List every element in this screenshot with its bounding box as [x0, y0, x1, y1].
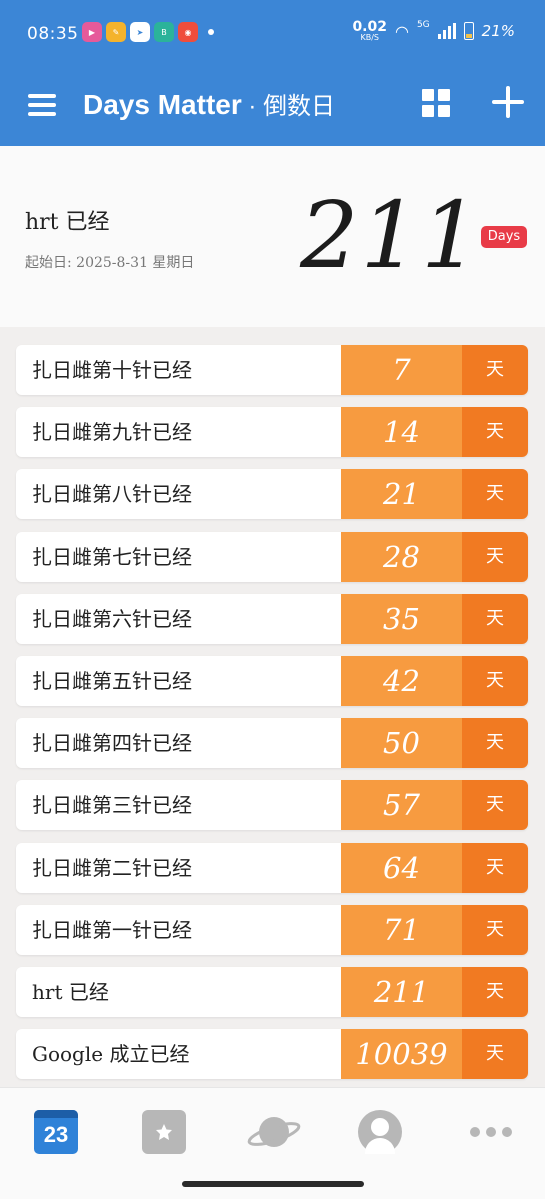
event-unit: 天	[462, 593, 528, 644]
event-name: 扎日雌第七针已经	[16, 531, 341, 582]
event-name: 扎日雌第五针已经	[16, 655, 341, 706]
event-days: 57	[341, 780, 462, 831]
calendar-tab-icon[interactable]: 23	[34, 1110, 78, 1154]
event-name: 扎日雌第八针已经	[16, 469, 341, 520]
event-name: hrt 已经	[16, 966, 341, 1017]
shopping-app-icon: ◉	[178, 22, 198, 42]
event-unit: 天	[462, 345, 528, 395]
event-row[interactable]: 扎日雌第二针已经 64 天	[16, 842, 528, 893]
toolbar: Days Matter · 倒数日	[0, 62, 545, 146]
notes-app-icon: ✎	[106, 22, 126, 42]
event-unit: 天	[462, 966, 528, 1017]
status-time: 08:35	[27, 24, 79, 44]
menu-icon[interactable]	[28, 94, 56, 116]
status-bar: 08:35 ▶ ✎ ➤ B ◉ 0.02 KB/S ◠ 5G 21%	[0, 0, 545, 62]
app-header-bar: 08:35 ▶ ✎ ➤ B ◉ 0.02 KB/S ◠ 5G 21% Days …	[0, 0, 545, 146]
event-unit: 天	[462, 531, 528, 582]
event-days: 64	[341, 842, 462, 893]
event-row[interactable]: 扎日雌第四针已经 50 天	[16, 718, 528, 769]
event-days: 211	[341, 966, 462, 1017]
profile-tab-icon[interactable]	[358, 1110, 402, 1154]
event-list: 扎日雌第十针已经 7 天扎日雌第九针已经 14 天扎日雌第八针已经 21 天扎日雌第七针已经…	[16, 345, 528, 1091]
event-days: 71	[341, 904, 462, 955]
event-name: 扎日雌第四针已经	[16, 718, 341, 769]
featured-event-card[interactable]: hrt 已经 起始日: 2025-8-31 星期日 211 Days	[0, 146, 545, 327]
event-row[interactable]: hrt 已经 211 天	[16, 966, 528, 1017]
event-unit: 天	[462, 780, 528, 831]
event-unit: 天	[462, 469, 528, 520]
app-title: Days Matter · 倒数日	[83, 89, 336, 120]
signal-icon	[437, 23, 456, 39]
event-unit: 天	[462, 718, 528, 769]
network-speed: 0.02 KB/S	[352, 19, 387, 42]
event-unit: 天	[462, 842, 528, 893]
add-event-icon[interactable]	[492, 86, 524, 118]
event-days: 28	[341, 531, 462, 582]
event-days: 14	[341, 407, 462, 458]
notification-icons: ▶ ✎ ➤ B ◉	[82, 22, 214, 42]
event-row[interactable]: 扎日雌第八针已经 21 天	[16, 469, 528, 520]
home-indicator[interactable]	[182, 1181, 364, 1187]
more-tab-icon[interactable]	[470, 1110, 514, 1154]
battery-percent: 21%	[481, 22, 515, 40]
event-unit: 天	[462, 1029, 528, 1080]
status-right: 0.02 KB/S ◠ 5G 21%	[352, 20, 515, 42]
network-type: 5G	[416, 20, 430, 30]
event-name: 扎日雌第二针已经	[16, 842, 341, 893]
event-days: 42	[341, 655, 462, 706]
event-name: 扎日雌第三针已经	[16, 780, 341, 831]
event-days: 50	[341, 718, 462, 769]
featured-event-start-date: 起始日: 2025-8-31 星期日	[25, 255, 195, 271]
wifi-icon: ◠	[394, 21, 409, 41]
boss-app-icon: B	[154, 22, 174, 42]
event-name: Google 成立已经	[16, 1029, 341, 1080]
event-name: 扎日雌第一针已经	[16, 904, 341, 955]
event-unit: 天	[462, 407, 528, 458]
grid-view-icon[interactable]	[422, 89, 450, 117]
event-days: 35	[341, 593, 462, 644]
event-row[interactable]: 扎日雌第五针已经 42 天	[16, 655, 528, 706]
more-notifications-icon	[208, 29, 214, 35]
telegram-app-icon: ➤	[130, 22, 150, 42]
event-row[interactable]: 扎日雌第六针已经 35 天	[16, 593, 528, 644]
event-days: 10039	[341, 1029, 462, 1080]
days-badge: Days	[481, 226, 527, 248]
event-unit: 天	[462, 904, 528, 955]
event-row[interactable]: 扎日雌第一针已经 71 天	[16, 904, 528, 955]
event-name: 扎日雌第十针已经	[16, 345, 341, 395]
favorites-tab-icon[interactable]	[142, 1110, 186, 1154]
featured-event-days: 211	[300, 182, 482, 289]
event-row[interactable]: 扎日雌第九针已经 14 天	[16, 407, 528, 458]
bilibili-app-icon: ▶	[82, 22, 102, 42]
event-unit: 天	[462, 655, 528, 706]
event-days: 7	[341, 345, 462, 395]
discover-planet-icon[interactable]	[247, 1110, 301, 1154]
event-row[interactable]: 扎日雌第十针已经 7 天	[16, 345, 528, 395]
event-row[interactable]: 扎日雌第七针已经 28 天	[16, 531, 528, 582]
event-row[interactable]: 扎日雌第三针已经 57 天	[16, 780, 528, 831]
event-days: 21	[341, 469, 462, 520]
event-name: 扎日雌第六针已经	[16, 593, 341, 644]
featured-event-title: hrt 已经	[25, 210, 110, 235]
event-name: 扎日雌第九针已经	[16, 407, 341, 458]
event-row[interactable]: Google 成立已经 10039 天	[16, 1029, 528, 1080]
battery-icon	[463, 22, 474, 40]
